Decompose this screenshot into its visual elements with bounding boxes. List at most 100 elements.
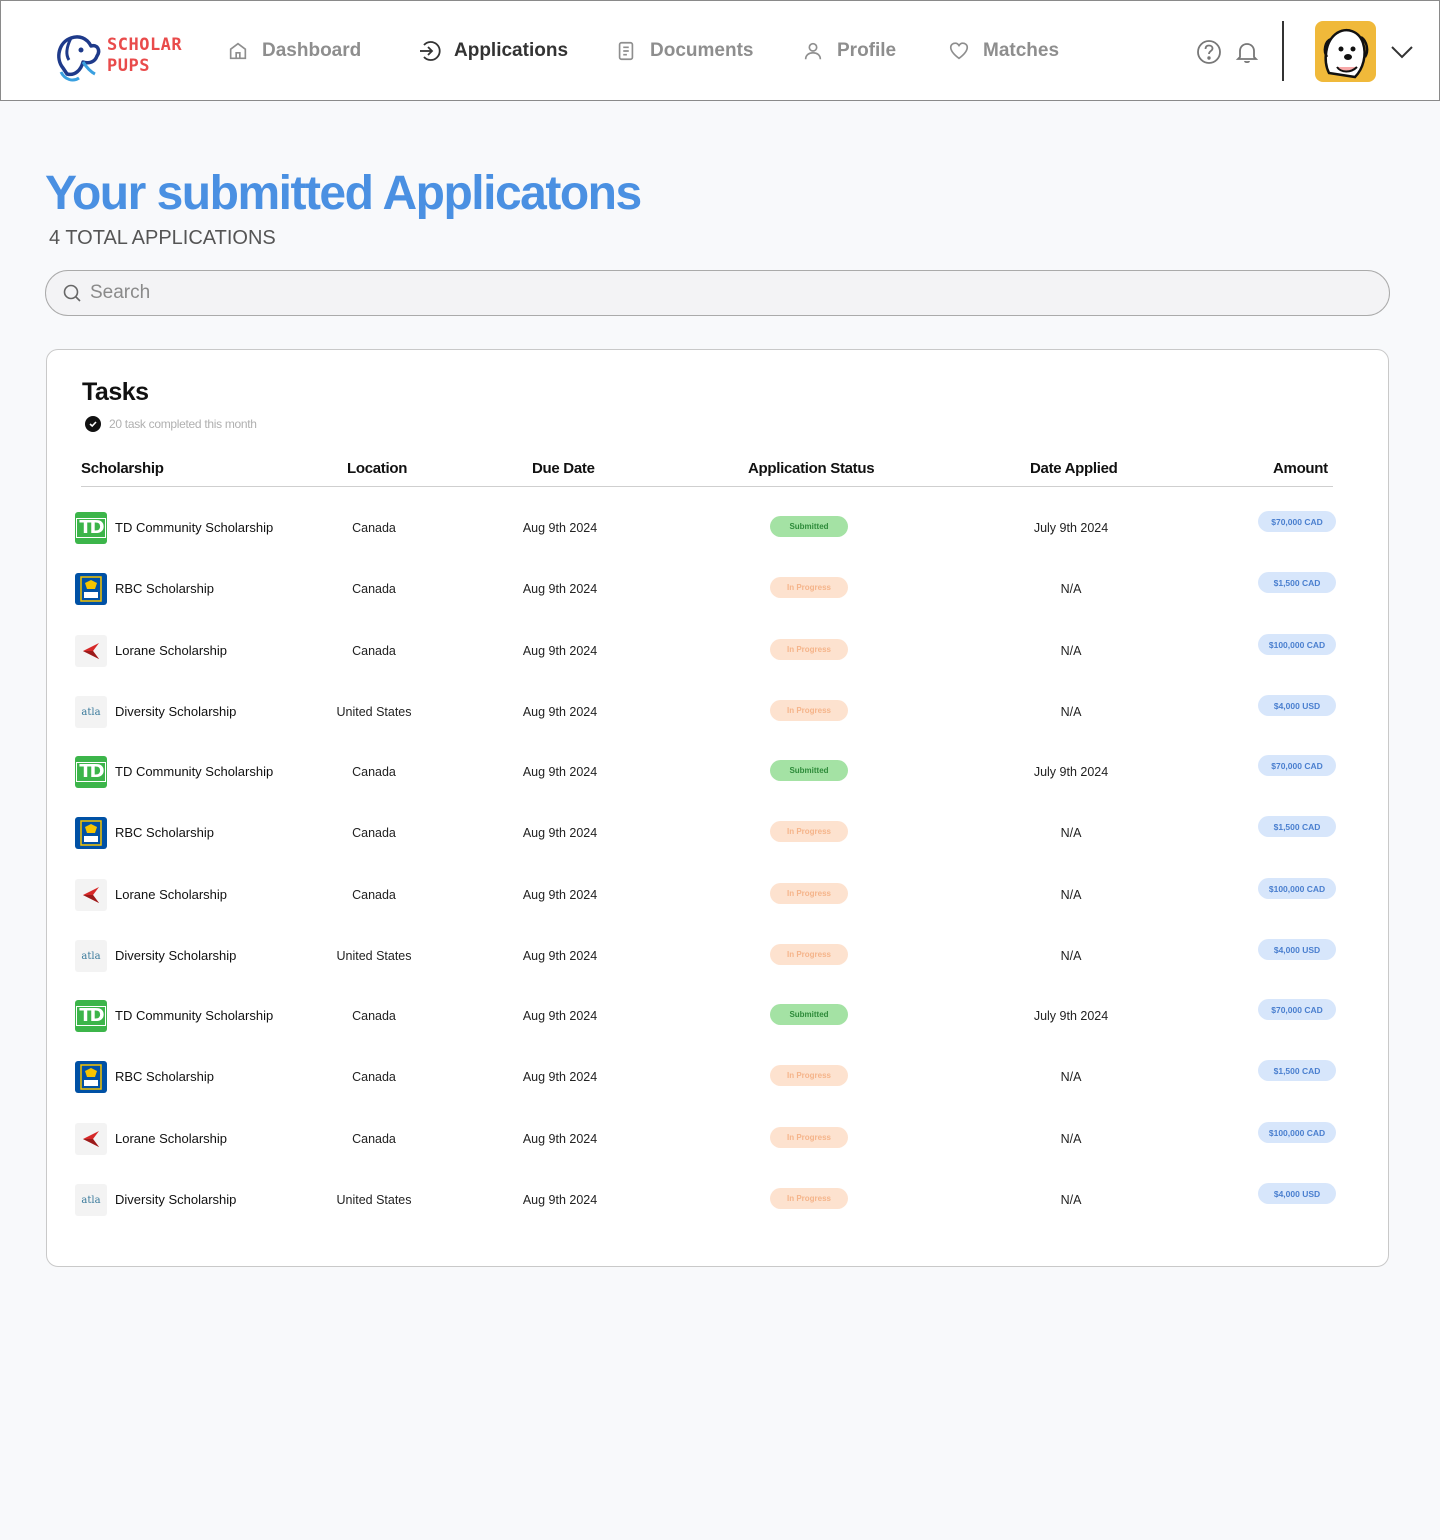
scholarship-name[interactable]: Lorane Scholarship [115, 887, 227, 902]
scholarship-name[interactable]: Diversity Scholarship [115, 1192, 236, 1207]
scholarship-name[interactable]: TD Community Scholarship [115, 520, 273, 535]
scholarship-name[interactable]: TD Community Scholarship [115, 764, 273, 779]
brand-wordmark: SCHOLAR PUPS [107, 35, 182, 77]
table-row[interactable]: atla Diversity Scholarship United States… [47, 684, 1390, 740]
table-row[interactable]: Lorane Scholarship Canada Aug 9th 2024 I… [47, 1111, 1390, 1167]
location-cell: United States [336, 1193, 412, 1207]
user-avatar[interactable] [1315, 21, 1376, 82]
tasks-summary-text: 20 task completed this month [109, 417, 257, 431]
column-header-date-applied[interactable]: Date Applied [1030, 460, 1118, 477]
location-cell: Canada [352, 582, 396, 596]
scholarship-name[interactable]: Diversity Scholarship [115, 948, 236, 963]
date-applied-cell: N/A [1060, 582, 1082, 596]
amount-badge: $100,000 CAD [1258, 634, 1336, 655]
nav-applications-label: Applications [454, 40, 569, 61]
status-badge: In Progress [770, 700, 848, 721]
nav-profile[interactable]: Profile [801, 37, 896, 65]
column-header-due-date[interactable]: Due Date [532, 460, 595, 477]
scholarship-name[interactable]: TD Community Scholarship [115, 1008, 273, 1023]
scholarship-name[interactable]: RBC Scholarship [115, 581, 214, 596]
chevron-down-icon[interactable] [1389, 39, 1415, 65]
date-applied-cell: N/A [1060, 644, 1082, 658]
nav-applications[interactable]: Applications [418, 37, 568, 65]
nav-matches[interactable]: Matches [947, 37, 1059, 65]
td-bank-logo-icon: TD [75, 1000, 107, 1032]
table-row[interactable]: TD TD Community Scholarship Canada Aug 9… [47, 500, 1390, 556]
scholarship-name[interactable]: Diversity Scholarship [115, 704, 236, 719]
due-date-cell: Aug 9th 2024 [522, 705, 598, 719]
tasks-summary: 20 task completed this month [85, 416, 257, 432]
location-cell: United States [336, 705, 412, 719]
amount-badge: $100,000 CAD [1258, 1122, 1336, 1143]
nav-matches-label: Matches [983, 40, 1060, 61]
bell-icon[interactable] [1234, 39, 1260, 65]
scholar-pups-logo[interactable]: SCHOLAR PUPS [53, 28, 193, 84]
column-header-scholarship[interactable]: Scholarship [81, 460, 164, 477]
header-divider [1282, 21, 1284, 81]
tasks-title: Tasks [82, 378, 149, 406]
check-circle-icon [85, 416, 101, 432]
dog-avatar-icon [1323, 29, 1369, 79]
rbc-logo-icon [75, 817, 107, 849]
scholarship-name[interactable]: Lorane Scholarship [115, 643, 227, 658]
status-badge: In Progress [770, 944, 848, 965]
due-date-cell: Aug 9th 2024 [522, 765, 598, 779]
date-applied-cell: N/A [1060, 888, 1082, 902]
document-icon [614, 39, 638, 63]
table-row[interactable]: Lorane Scholarship Canada Aug 9th 2024 I… [47, 867, 1390, 923]
search-input[interactable] [90, 282, 1290, 304]
table-row[interactable]: Lorane Scholarship Canada Aug 9th 2024 I… [47, 623, 1390, 679]
atla-logo-icon: atla [75, 1184, 107, 1216]
nav-dashboard-label: Dashboard [262, 40, 362, 61]
due-date-cell: Aug 9th 2024 [522, 826, 598, 840]
table-row[interactable]: RBC Scholarship Canada Aug 9th 2024 In P… [47, 561, 1390, 617]
status-badge: In Progress [770, 577, 848, 598]
nav-dashboard[interactable]: Dashboard [226, 37, 361, 65]
td-logo-text: TD [76, 1006, 106, 1026]
column-header-application-status[interactable]: Application Status [748, 460, 875, 477]
applications-count: 4 TOTAL APPLICATIONS [49, 227, 276, 249]
table-row[interactable]: RBC Scholarship Canada Aug 9th 2024 In P… [47, 1049, 1390, 1105]
due-date-cell: Aug 9th 2024 [522, 1132, 598, 1146]
due-date-cell: Aug 9th 2024 [522, 1070, 598, 1084]
location-cell: Canada [352, 826, 396, 840]
table-row[interactable]: TD TD Community Scholarship Canada Aug 9… [47, 988, 1390, 1044]
scholarship-name[interactable]: RBC Scholarship [115, 825, 214, 840]
date-applied-cell: N/A [1060, 705, 1082, 719]
due-date-cell: Aug 9th 2024 [522, 888, 598, 902]
scholarship-name[interactable]: Lorane Scholarship [115, 1131, 227, 1146]
column-header-location[interactable]: Location [347, 460, 407, 477]
amount-badge: $1,500 CAD [1258, 1060, 1336, 1081]
due-date-cell: Aug 9th 2024 [522, 1009, 598, 1023]
due-date-cell: Aug 9th 2024 [522, 644, 598, 658]
nav-documents-label: Documents [650, 40, 754, 61]
search-bar[interactable] [45, 270, 1390, 316]
date-applied-cell: N/A [1060, 949, 1082, 963]
date-applied-cell: N/A [1060, 1132, 1082, 1146]
date-applied-cell: N/A [1060, 826, 1082, 840]
page-title: Your submitted Applicatons [45, 167, 642, 220]
table-row[interactable]: TD TD Community Scholarship Canada Aug 9… [47, 744, 1390, 800]
amount-badge: $4,000 USD [1258, 695, 1336, 716]
location-cell: Canada [352, 1009, 396, 1023]
date-applied-cell: N/A [1060, 1070, 1082, 1084]
table-row[interactable]: RBC Scholarship Canada Aug 9th 2024 In P… [47, 805, 1390, 861]
amount-badge: $4,000 USD [1258, 939, 1336, 960]
help-icon[interactable] [1196, 39, 1222, 65]
table-row[interactable]: atla Diversity Scholarship United States… [47, 1172, 1390, 1228]
tasks-card: Tasks 20 task completed this month Schol… [46, 349, 1389, 1267]
location-cell: Canada [352, 644, 396, 658]
atla-logo-text: atla [81, 950, 101, 962]
status-badge: In Progress [770, 639, 848, 660]
user-icon [801, 39, 825, 63]
amount-badge: $4,000 USD [1258, 1183, 1336, 1204]
table-row[interactable]: atla Diversity Scholarship United States… [47, 928, 1390, 984]
nav-documents[interactable]: Documents [614, 37, 753, 65]
atla-logo-icon: atla [75, 696, 107, 728]
location-cell: Canada [352, 1070, 396, 1084]
column-header-amount[interactable]: Amount [1273, 460, 1328, 477]
td-logo-text: TD [76, 762, 106, 782]
location-cell: Canada [352, 521, 396, 535]
amount-badge: $70,000 CAD [1258, 755, 1336, 776]
scholarship-name[interactable]: RBC Scholarship [115, 1069, 214, 1084]
